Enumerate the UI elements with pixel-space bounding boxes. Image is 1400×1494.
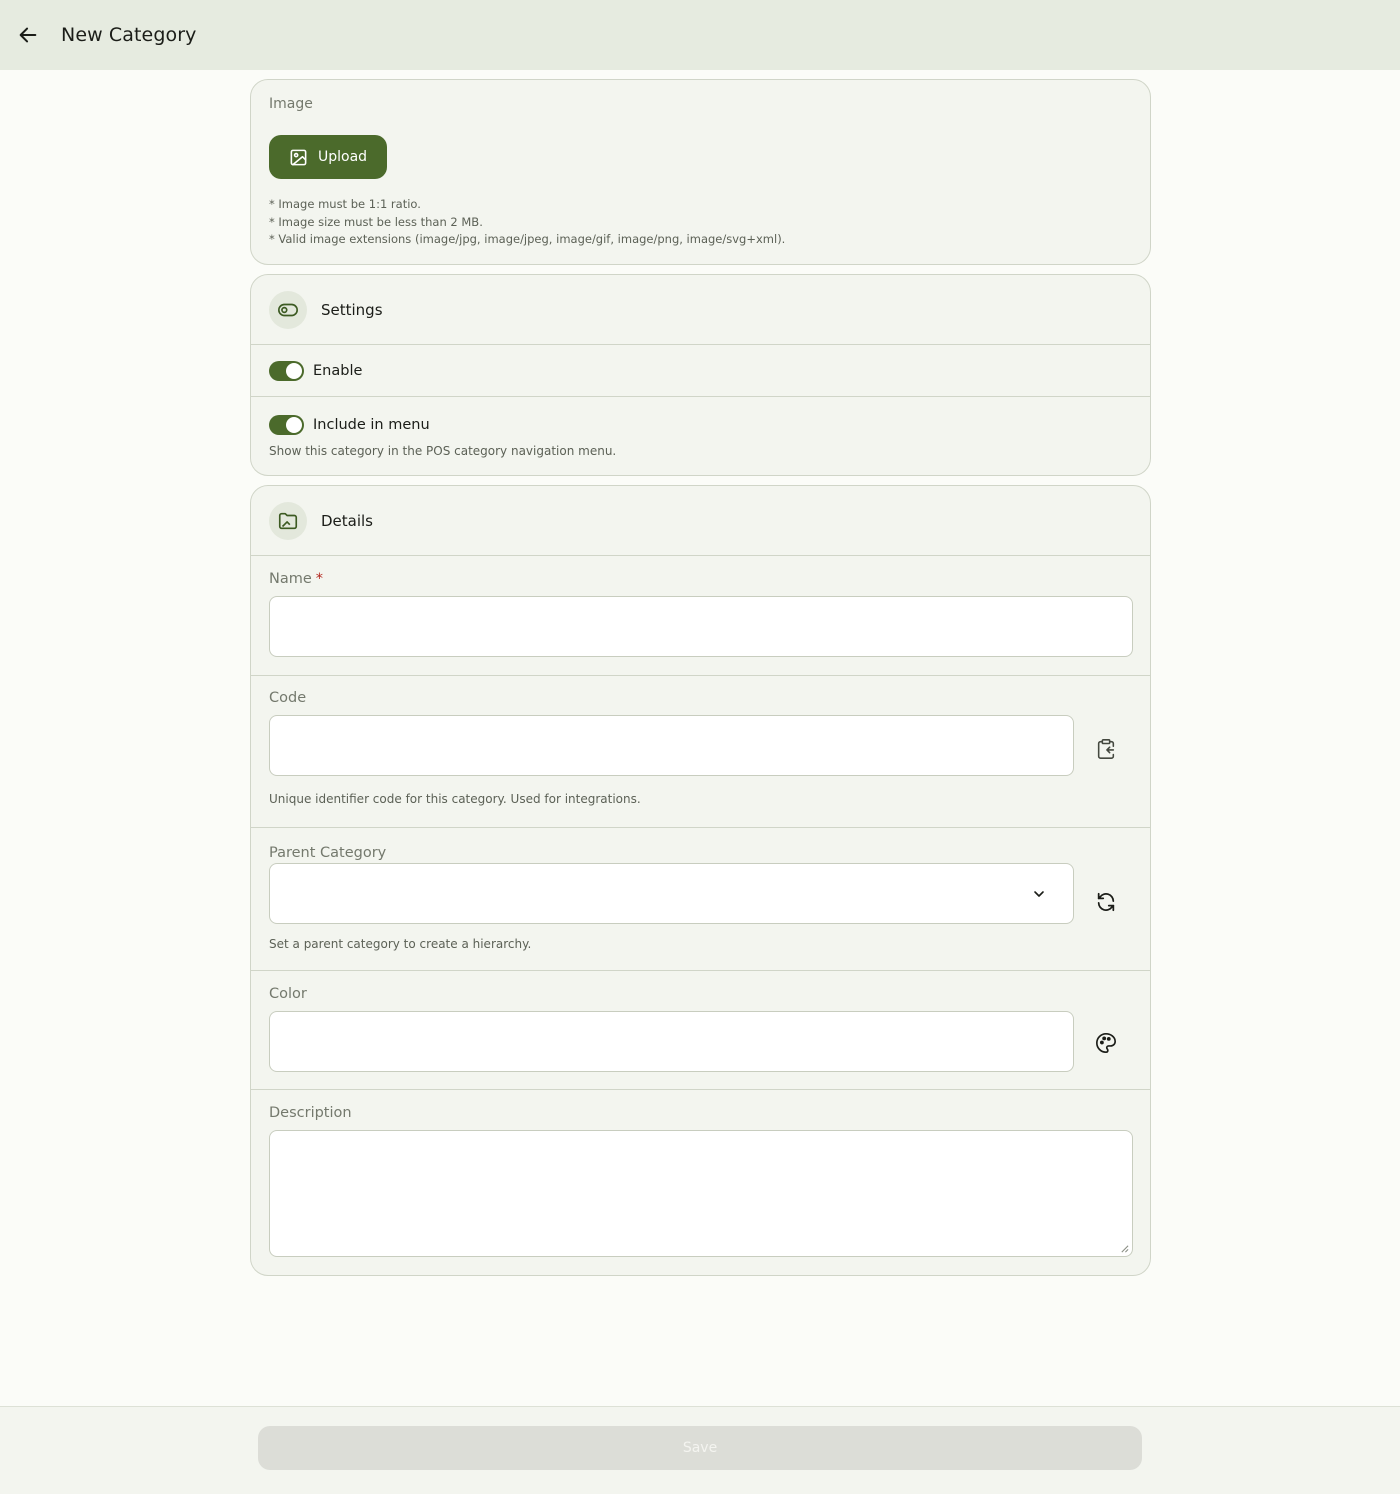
image-card: Image Upload * Image must be 1:1 ratio. … [250,79,1151,265]
description-label: Description [269,1105,352,1121]
description-textarea[interactable] [269,1130,1133,1257]
upload-label: Upload [318,149,368,165]
save-button[interactable]: Save [258,1426,1142,1470]
color-picker-button[interactable] [1088,1025,1124,1061]
code-field-group: Code Unique identifier code for this cat… [251,676,1150,828]
details-header: Details [251,486,1150,556]
parent-category-hint: Set a parent category to create a hierar… [269,937,532,951]
description-field-group: Description [251,1090,1150,1275]
settings-header: Settings [251,275,1150,345]
details-title: Details [321,511,374,530]
code-hint: Unique identifier code for this category… [269,792,641,806]
page-title: New Category [61,24,197,46]
image-icon [290,149,307,165]
color-input[interactable] [269,1011,1074,1072]
parent-category-field-group: Parent Category Set a parent category to… [251,828,1150,971]
enable-label: Enable [313,362,363,379]
settings-card: Settings Enable Include in menu Show thi… [250,274,1151,476]
refresh-parent-button[interactable] [1088,884,1124,920]
details-card: Details Name * Code Unique identifier cod… [250,485,1151,1276]
color-field-group: Color [251,971,1150,1090]
note-size: * Image size must be less than 2 MB. [269,214,483,229]
parent-category-label: Parent Category [269,845,387,861]
name-label: Name * [269,571,324,587]
upload-button[interactable]: Upload [269,135,387,179]
name-field-group: Name * [251,556,1150,676]
details-icon-badge [269,501,307,540]
include-in-menu-label: Include in menu [313,416,430,433]
folder-icon [278,512,298,529]
toggle-icon [278,303,298,316]
bottom-action-bar: Save [0,1406,1400,1494]
settings-title: Settings [321,300,383,319]
enable-toggle[interactable] [269,360,304,381]
note-extensions: * Valid image extensions (image/jpg, ima… [269,232,786,246]
parent-category-select[interactable] [269,863,1074,924]
clipboard-paste-icon [1097,739,1115,759]
back-button[interactable] [8,15,48,55]
include-in-menu-row: Include in menu Show this category in th… [251,397,1150,475]
name-input[interactable] [269,596,1133,657]
resize-grip-icon[interactable] [1120,1244,1129,1253]
code-label: Code [269,690,307,706]
refresh-icon [1097,892,1115,912]
app-bar: New Category [0,0,1400,70]
paste-code-button[interactable] [1088,731,1124,767]
chevron-down-icon [1034,891,1044,897]
image-label: Image [269,96,313,112]
settings-icon-badge [269,290,307,329]
arrow-left-icon [19,27,37,43]
color-label: Color [269,986,307,1002]
palette-icon [1096,1033,1116,1053]
required-mark: * [315,571,324,587]
include-in-menu-toggle[interactable] [269,414,304,435]
enable-row: Enable [251,345,1150,397]
note-ratio: * Image must be 1:1 ratio. [269,197,421,211]
include-in-menu-hint: Show this category in the POS category n… [269,443,617,458]
image-requirements: * Image must be 1:1 ratio. * Image size … [269,196,1132,249]
form-content: Image Upload * Image must be 1:1 ratio. … [250,79,1151,1285]
code-input[interactable] [269,715,1074,776]
